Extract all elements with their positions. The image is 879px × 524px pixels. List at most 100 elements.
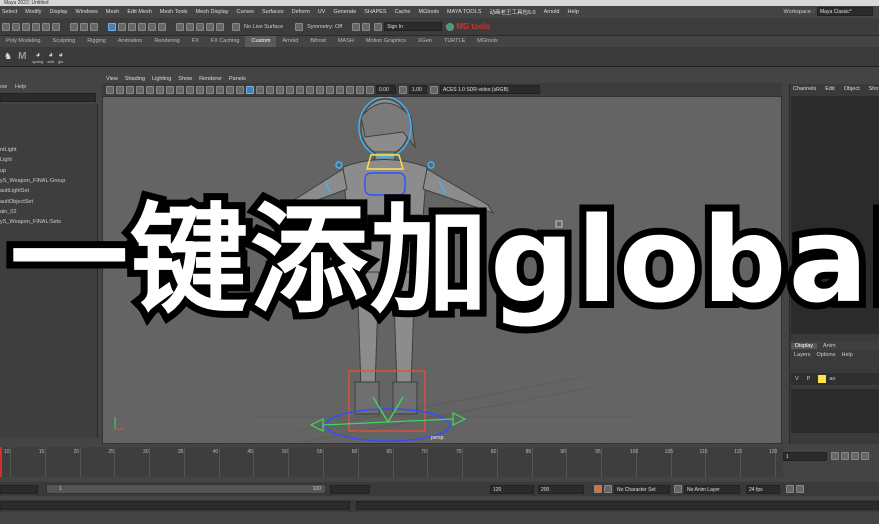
- mode-icon[interactable]: [2, 22, 10, 31]
- color-space-dropdown[interactable]: ACES 1.0 SDR-video (sRGB): [440, 85, 540, 94]
- redo-icon[interactable]: [52, 22, 60, 31]
- channel-box-menu-item[interactable]: Sho: [869, 86, 879, 92]
- gamma-icon[interactable]: [399, 85, 407, 94]
- safe-action-icon[interactable]: [216, 85, 224, 94]
- undo-icon[interactable]: [42, 22, 50, 31]
- menu-item[interactable]: Mesh Display: [196, 9, 229, 15]
- menu-item[interactable]: Generate: [333, 9, 356, 15]
- playback-stop-icon[interactable]: [362, 22, 371, 31]
- anim-layer-dropdown[interactable]: No Anim Layer: [684, 484, 740, 494]
- isolate-icon[interactable]: [336, 85, 344, 94]
- snap-grid-icon[interactable]: [118, 22, 126, 31]
- layer-playback-toggle[interactable]: P: [807, 376, 811, 382]
- gamma-field[interactable]: 1.00: [409, 85, 427, 94]
- layer-tab-display[interactable]: Display: [791, 342, 818, 349]
- layer-row[interactable]: V P ao: [791, 373, 879, 385]
- camera-select-icon[interactable]: [106, 85, 114, 94]
- outliner-item[interactable]: [0, 125, 97, 135]
- layer-visibility-toggle[interactable]: V: [795, 376, 799, 382]
- menu-item[interactable]: Deform: [292, 9, 310, 15]
- menu-item[interactable]: Surfaces: [262, 9, 284, 15]
- channel-box-menu-item[interactable]: Channels: [793, 86, 816, 92]
- bookmark-icon[interactable]: [126, 85, 134, 94]
- grease-pencil-icon[interactable]: [156, 85, 164, 94]
- outliner-item[interactable]: up: [0, 166, 97, 176]
- motion-blur-icon[interactable]: [306, 85, 314, 94]
- fps-dropdown[interactable]: 24 fps: [746, 484, 780, 494]
- menu-item[interactable]: Edit Mesh: [127, 9, 151, 15]
- image-plane-icon[interactable]: [136, 85, 144, 94]
- layer-tab-anim[interactable]: Anim: [817, 343, 842, 349]
- character-set-dropdown[interactable]: No Character Set: [614, 484, 670, 494]
- anim-end-field[interactable]: 120: [490, 484, 534, 494]
- anim-layer-icon[interactable]: [674, 485, 682, 493]
- safe-title-icon[interactable]: [226, 85, 234, 94]
- shelf-tab[interactable]: MASH: [332, 36, 360, 47]
- sign-in-dropdown[interactable]: Sign In: [384, 22, 443, 31]
- channel-box-menu-item[interactable]: Edit: [825, 86, 834, 92]
- range-slider[interactable]: 1 100: [46, 484, 326, 494]
- grid-icon[interactable]: [166, 85, 174, 94]
- magnet-icon[interactable]: [232, 22, 240, 31]
- lights-icon[interactable]: [276, 85, 284, 94]
- shelf-tab[interactable]: Motion Graphics: [360, 36, 412, 47]
- menu-item[interactable]: Curves: [237, 9, 254, 15]
- shelf-button-spring-label[interactable]: ◕ spring: [32, 50, 43, 64]
- shelf-tab[interactable]: Arnold: [276, 36, 304, 47]
- viewport-menu-item[interactable]: View: [106, 76, 118, 82]
- shelf-tab[interactable]: Bifrost: [304, 36, 332, 47]
- menu-item[interactable]: Mesh Tools: [160, 9, 188, 15]
- range-start-field[interactable]: [0, 484, 38, 494]
- smooth-shade-icon[interactable]: [246, 85, 254, 94]
- film-gate-icon[interactable]: [176, 85, 184, 94]
- anti-alias-icon[interactable]: [316, 85, 324, 94]
- outliner-item[interactable]: [0, 114, 97, 124]
- viewport-menu-item[interactable]: Renderer: [199, 76, 222, 82]
- menu-item[interactable]: Cache: [395, 9, 411, 15]
- new-scene-icon[interactable]: [12, 22, 20, 31]
- playhead[interactable]: [0, 447, 2, 477]
- live-surface-field[interactable]: No Live Surface: [244, 24, 283, 30]
- exposure-icon[interactable]: [366, 85, 374, 94]
- go-to-start-icon[interactable]: [831, 452, 839, 460]
- workspace-dropdown[interactable]: Maya Classic*: [817, 7, 873, 16]
- viewport-menu-item[interactable]: Show: [178, 76, 192, 82]
- current-frame-field[interactable]: 1: [783, 451, 827, 461]
- viewport-menu-item[interactable]: Panels: [229, 76, 246, 82]
- shelf-tab[interactable]: Animation: [112, 36, 148, 47]
- snap-live-icon[interactable]: [158, 22, 166, 31]
- settings-icon[interactable]: [796, 485, 804, 493]
- keyframe-icon[interactable]: [594, 485, 602, 493]
- menu-item[interactable]: Arnold: [544, 9, 560, 15]
- viewport-menu-item[interactable]: Lighting: [152, 76, 171, 82]
- save-scene-icon[interactable]: [32, 22, 40, 31]
- symmetry-icon[interactable]: [295, 22, 304, 31]
- select-component-icon[interactable]: [90, 22, 98, 31]
- snap-curve-icon[interactable]: [128, 22, 136, 31]
- outliner-item[interactable]: [0, 104, 97, 114]
- select-hierarchy-icon[interactable]: [70, 22, 78, 31]
- outliner-search[interactable]: [0, 93, 96, 102]
- shelf-tab[interactable]: TURTLE: [438, 36, 471, 47]
- layer-menu-help[interactable]: Help: [841, 352, 852, 358]
- menu-item[interactable]: MGtools: [419, 9, 439, 15]
- textured-icon[interactable]: [266, 85, 274, 94]
- menu-item[interactable]: UV: [318, 9, 326, 15]
- shelf-tab[interactable]: FX Caching: [205, 36, 246, 47]
- render-icon[interactable]: [186, 22, 194, 31]
- snap-view-icon[interactable]: [148, 22, 156, 31]
- 2d-pan-icon[interactable]: [146, 85, 154, 94]
- ambient-occlusion-icon[interactable]: [296, 85, 304, 94]
- shelf-tab[interactable]: Poly Modeling: [0, 36, 47, 47]
- menu-item[interactable]: Mesh: [106, 9, 119, 15]
- range-end-field[interactable]: [330, 484, 370, 494]
- wireframe-on-shaded-icon[interactable]: [256, 85, 264, 94]
- play-backward-icon[interactable]: [851, 452, 859, 460]
- command-input[interactable]: [0, 501, 350, 510]
- menu-item[interactable]: Help: [568, 9, 579, 15]
- play-forward-icon[interactable]: [861, 452, 869, 460]
- anim-total-field[interactable]: 200: [538, 484, 584, 494]
- menu-item[interactable]: SHAPES: [364, 9, 386, 15]
- color-management-icon[interactable]: [430, 85, 438, 94]
- symmetry-dropdown[interactable]: Symmetry: Off: [307, 24, 342, 30]
